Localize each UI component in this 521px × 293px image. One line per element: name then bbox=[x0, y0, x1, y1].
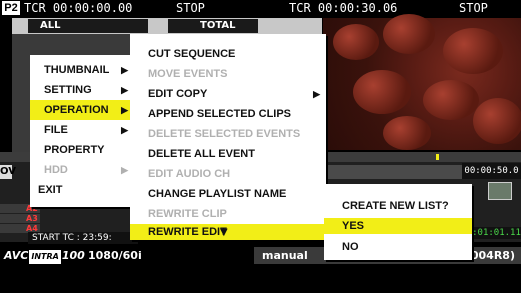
confirm-yes-option[interactable]: YES bbox=[324, 218, 472, 234]
menu-item-operation[interactable]: OPERATION ▶ bbox=[30, 100, 134, 120]
menu-item-thumbnail[interactable]: THUMBNAIL ▶ bbox=[30, 60, 134, 80]
timecode-right: TCR 00:00:30.06 bbox=[289, 1, 398, 15]
menu-item-file[interactable]: FILE ▶ bbox=[30, 120, 134, 140]
chevron-right-icon: ▶ bbox=[121, 65, 128, 75]
p2-logo: P2 bbox=[2, 1, 20, 15]
filter-all[interactable]: ALL bbox=[28, 19, 148, 33]
menu-item-exit[interactable]: EXIT bbox=[30, 180, 134, 200]
mode-label: manual bbox=[262, 249, 308, 262]
main-menu: THUMBNAIL ▶ SETTING ▶ OPERATION ▶ FILE ▶ PRO… bbox=[30, 55, 134, 207]
clip-thumbnail[interactable] bbox=[488, 182, 512, 200]
menu-item-edit-audio-ch[interactable]: EDIT AUDIO CH bbox=[130, 164, 326, 184]
confirm-title: CREATE NEW LIST? bbox=[342, 200, 449, 212]
menu-item-rewrite-clip[interactable]: REWRITE CLIP bbox=[130, 204, 326, 224]
scroll-down-icon[interactable]: ▼ bbox=[220, 226, 228, 240]
video-format: 1080/60i bbox=[88, 249, 142, 262]
menu-item-append-selected-clips[interactable]: APPEND SELECTED CLIPS bbox=[130, 104, 326, 124]
total-count: TOTAL 0015 bbox=[168, 19, 258, 45]
timecode-left: TCR 00:00:00.00 bbox=[24, 1, 133, 15]
track-label-a3: A3 bbox=[0, 214, 40, 223]
timeline-timecode-upper: 00:00:50.0 bbox=[462, 163, 521, 179]
chevron-right-icon: ▶ bbox=[121, 125, 128, 135]
chevron-right-icon: ▶ bbox=[121, 105, 128, 115]
video-track[interactable] bbox=[323, 165, 463, 179]
timeline-timecode-lower: :01:01.11 bbox=[472, 227, 521, 239]
menu-item-property[interactable]: PROPERTY bbox=[30, 140, 134, 160]
chevron-right-icon: ▶ bbox=[121, 85, 128, 95]
menu-item-rewrite-edit[interactable]: REWRITE EDIT bbox=[130, 224, 326, 240]
menu-item-edit-copy[interactable]: EDIT COPY ▶ bbox=[130, 84, 326, 104]
codec-logo: AVC INTRA 100 bbox=[4, 249, 85, 264]
transport-state-left: STOP bbox=[176, 1, 205, 15]
menu-item-hdd[interactable]: HDD ▶ bbox=[30, 160, 134, 180]
confirm-no-option[interactable]: NO bbox=[324, 237, 472, 257]
transport-state-right: STOP bbox=[459, 1, 488, 15]
menu-item-delete-selected-events[interactable]: DELETE SELECTED EVENTS bbox=[130, 124, 326, 144]
confirm-dialog: CREATE NEW LIST? YES NO bbox=[324, 184, 472, 260]
menu-item-cut-sequence[interactable]: CUT SEQUENCE bbox=[130, 44, 326, 64]
video-preview bbox=[323, 14, 521, 150]
video-track-label: OV bbox=[0, 165, 16, 179]
operation-submenu: CUT SEQUENCE MOVE EVENTS EDIT COPY ▶ APPE… bbox=[130, 34, 326, 240]
chevron-right-icon: ▶ bbox=[121, 165, 128, 175]
menu-item-move-events[interactable]: MOVE EVENTS bbox=[130, 64, 326, 84]
menu-item-delete-all-event[interactable]: DELETE ALL EVENT bbox=[130, 144, 326, 164]
menu-item-setting[interactable]: SETTING ▶ bbox=[30, 80, 134, 100]
chevron-right-icon: ▶ bbox=[313, 89, 320, 99]
start-timecode: START TC : 23:59: bbox=[28, 232, 138, 244]
menu-item-change-playlist-name[interactable]: CHANGE PLAYLIST NAME bbox=[130, 184, 326, 204]
